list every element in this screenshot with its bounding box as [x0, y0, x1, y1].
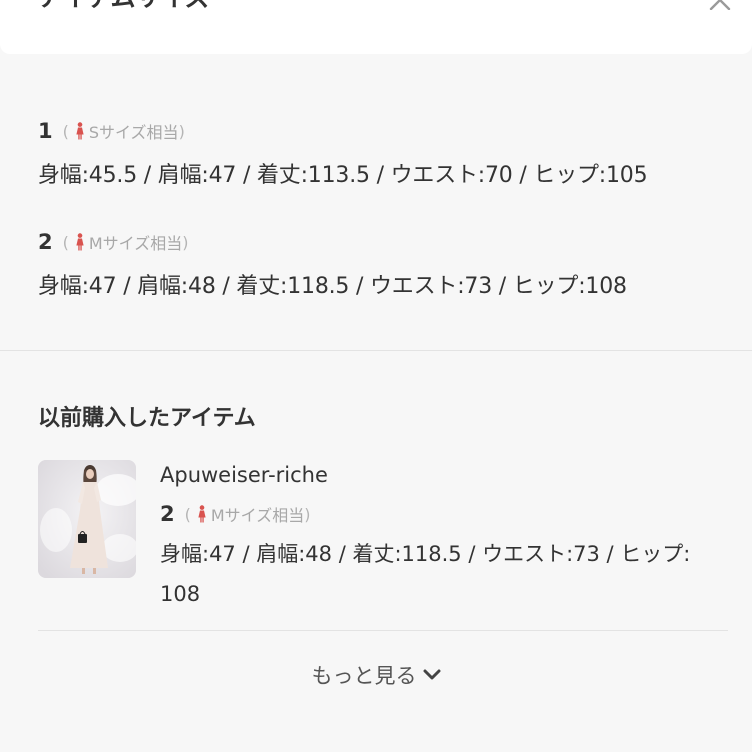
open-paren: ( [184, 504, 191, 524]
person-icon [76, 122, 84, 140]
size-measurements: 身幅:47 / 肩幅:48 / 着丈:118.5 / ウエスト:73 / ヒップ… [160, 542, 691, 606]
size-measurements: 身幅:47 / 肩幅:48 / 着丈:118.5 / ウエスト:73 / ヒップ… [38, 274, 627, 299]
item-size-sheet: アイテムサイズ 1 ( Sサイズ相当 ) 身幅:45.5 / 肩幅:47 / 着… [0, 0, 752, 752]
size-option-head: 1 ( Sサイズ相当 ) [38, 117, 647, 145]
person-icon [76, 233, 84, 251]
open-paren: ( [62, 232, 69, 252]
section-divider [0, 350, 752, 351]
sheet-header: アイテムサイズ [0, 0, 752, 54]
sheet-title: アイテムサイズ [38, 0, 210, 14]
close-paren: ) [182, 232, 189, 252]
size-option-head: 2 ( Mサイズ相当 ) [160, 500, 720, 528]
show-more-label: もっと見る [311, 664, 417, 688]
dress-photo [38, 460, 136, 578]
open-paren: ( [62, 121, 69, 141]
brand-name: Apuweiser-riche [160, 463, 328, 487]
show-more-button[interactable]: もっと見る [0, 658, 752, 692]
chevron-down-icon [423, 669, 440, 680]
list-divider [38, 630, 728, 631]
size-equivalent: ( Sサイズ相当 ) [63, 119, 185, 143]
size-measurements: 身幅:45.5 / 肩幅:47 / 着丈:113.5 / ウエスト:70 / ヒ… [38, 163, 648, 188]
size-option-1: 1 ( Sサイズ相当 ) 身幅:45.5 / 肩幅:47 / 着丈:113.5 … [38, 117, 648, 189]
previous-items-title: 以前購入したアイテム [38, 406, 256, 431]
size-option-2: 2 ( Mサイズ相当 ) 身幅:47 / 肩幅:48 / 着丈:118.5 / … [38, 228, 627, 300]
size-option-head: 2 ( Mサイズ相当 ) [38, 228, 627, 256]
close-paren: ) [304, 504, 311, 524]
size-equivalent: ( Mサイズ相当 ) [63, 230, 189, 254]
size-number: 2 [160, 502, 175, 526]
close-paren: ) [178, 121, 185, 141]
person-icon [198, 505, 206, 523]
size-label: Sサイズ相当 [88, 123, 179, 142]
close-icon[interactable] [708, 0, 732, 10]
item-thumbnail[interactable] [38, 460, 136, 578]
previous-item-info: Apuweiser-riche 2 ( Mサイズ相当 ) 身幅:47 / 肩幅:… [160, 460, 720, 614]
size-equivalent: ( Mサイズ相当 ) [185, 502, 311, 526]
size-number: 2 [38, 230, 53, 254]
size-number: 1 [38, 119, 53, 143]
size-label: Mサイズ相当 [210, 506, 305, 525]
size-label: Mサイズ相当 [88, 234, 183, 253]
